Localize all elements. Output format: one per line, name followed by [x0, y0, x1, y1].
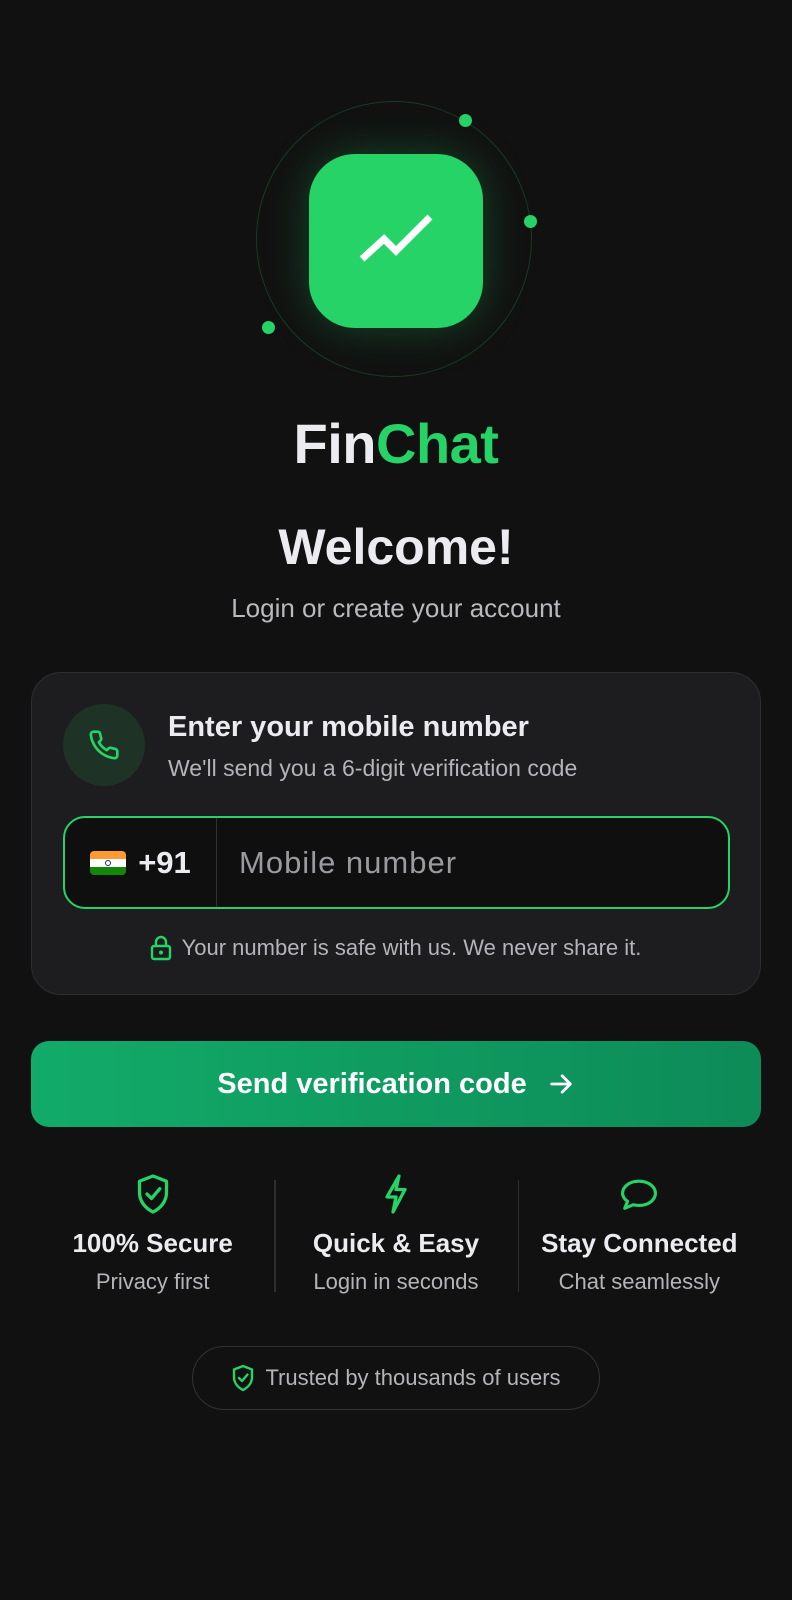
dial-code: +91	[138, 844, 191, 880]
india-flag-icon	[90, 850, 127, 875]
page-title: Welcome!	[278, 519, 514, 575]
shield-check-icon	[137, 1174, 168, 1214]
feature-title: 100% Secure	[72, 1228, 233, 1258]
feature-connected: Stay Connected Chat seamlessly	[517, 1172, 761, 1302]
feature-quick: Quick & Easy Login in seconds	[274, 1172, 517, 1302]
feature-subtitle: Privacy first	[95, 1269, 210, 1294]
brand-name: FinChat	[0, 408, 792, 480]
feature-subtitle: Login in seconds	[313, 1269, 479, 1294]
trust-badge: Trusted by thousands of users	[192, 1346, 600, 1410]
chat-bubble-icon	[621, 1179, 658, 1210]
trend-up-icon	[359, 214, 433, 262]
privacy-note: Your number is safe with us. We never sh…	[32, 935, 759, 961]
feature-list: 100% Secure Privacy first Quick & Easy L…	[31, 1172, 761, 1302]
country-code-selector[interactable]: +91	[65, 818, 217, 907]
phone-icon-badge	[63, 704, 145, 786]
lightning-icon	[385, 1174, 407, 1214]
feature-subtitle: Chat seamlessly	[558, 1269, 721, 1294]
orbit-dot	[524, 215, 537, 228]
lock-icon	[150, 935, 171, 961]
card-title: Enter your mobile number	[168, 711, 529, 743]
orbit-dot	[459, 114, 472, 127]
arrow-right-icon	[549, 1074, 572, 1094]
phone-icon	[89, 730, 119, 760]
mobile-number-input[interactable]	[217, 818, 728, 907]
orbit-dot	[262, 321, 275, 334]
app-logo	[309, 154, 483, 328]
brand-name-chat: Chat	[376, 412, 499, 475]
card-description: We'll send you a 6-digit verification co…	[168, 755, 578, 781]
send-button-label: Send verification code	[217, 1067, 527, 1100]
privacy-note-text: Your number is safe with us. We never sh…	[181, 935, 642, 960]
feature-title: Quick & Easy	[312, 1228, 480, 1258]
logo-area	[0, 0, 792, 400]
shield-check-icon	[233, 1364, 254, 1392]
send-verification-code-button[interactable]: Send verification code	[31, 1041, 761, 1127]
feature-title: Stay Connected	[541, 1228, 738, 1258]
trust-badge-label: Trusted by thousands of users	[265, 1365, 561, 1390]
feature-secure: 100% Secure Privacy first	[31, 1172, 274, 1302]
phone-field: +91	[63, 816, 730, 909]
phone-card: Enter your mobile number We'll send you …	[31, 672, 761, 995]
page-subtitle: Login or create your account	[231, 593, 561, 623]
brand-name-fin: Fin	[293, 412, 377, 475]
